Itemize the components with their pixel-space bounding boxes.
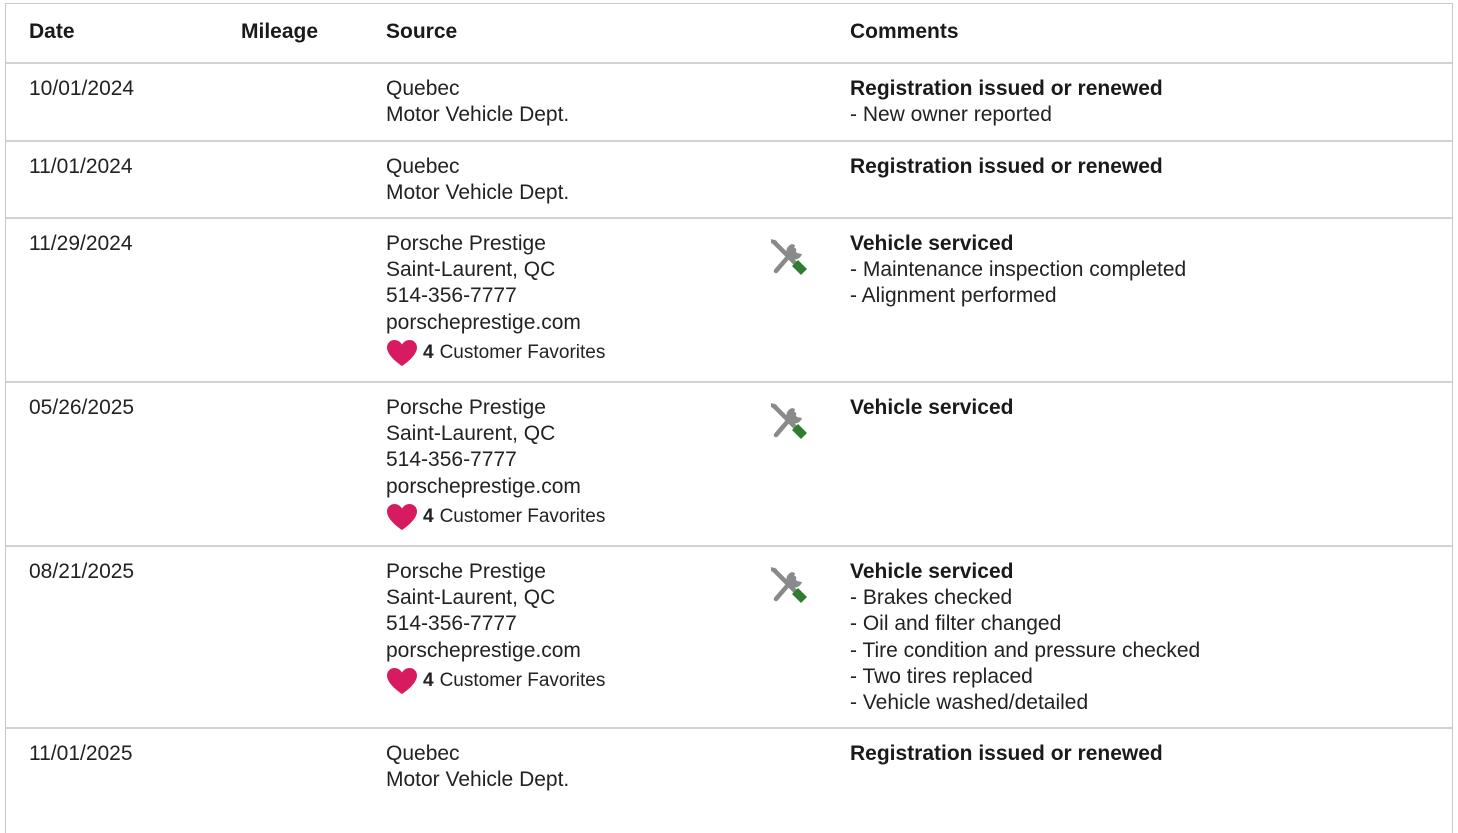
service-tools-icon — [771, 567, 807, 603]
comment-item: - Maintenance inspection completed — [850, 258, 1187, 282]
source-location: Saint-Laurent, QC — [386, 258, 556, 282]
header-date: Date — [29, 20, 75, 43]
row-comments: Vehicle serviced - Maintenance inspectio… — [850, 231, 1186, 310]
source-phone[interactable]: 514-356-7777 — [386, 283, 605, 309]
table-row: 11/29/2024 Porsche Prestige Saint-Lauren… — [6, 219, 1452, 383]
comment-title: Vehicle serviced — [850, 396, 1014, 419]
row-comments: Registration issued or renewed — [850, 741, 1163, 767]
vehicle-history-table: Date Mileage Source Comments 10/01/2024 … — [5, 3, 1453, 833]
header-source: Source — [386, 20, 458, 43]
source-name: Quebec — [386, 77, 460, 100]
customer-favorites[interactable]: 4 Customer Favorites — [386, 338, 605, 368]
row-source: Quebec Motor Vehicle Dept. — [386, 154, 569, 206]
source-website[interactable]: porscheprestige.com — [386, 638, 605, 664]
row-source: Quebec Motor Vehicle Dept. — [386, 76, 569, 128]
comment-title: Vehicle serviced — [850, 560, 1014, 583]
service-tools-icon — [771, 403, 807, 439]
header-mileage: Mileage — [241, 20, 319, 43]
source-name: Porsche Prestige — [386, 560, 546, 583]
favorites-count: 4 — [423, 669, 434, 691]
header-comments: Comments — [850, 20, 959, 43]
source-location: Saint-Laurent, QC — [386, 586, 556, 610]
heart-icon — [387, 339, 417, 366]
row-date: 11/01/2025 — [29, 742, 133, 765]
row-comments: Registration issued or renewed - New own… — [850, 76, 1163, 128]
source-name: Quebec — [386, 155, 460, 178]
heart-icon — [387, 503, 417, 530]
table-row: 08/21/2025 Porsche Prestige Saint-Lauren… — [6, 547, 1452, 729]
row-date: 05/26/2025 — [29, 396, 135, 419]
row-comments: Vehicle serviced - Brakes checked - Oil … — [850, 559, 1200, 716]
heart-icon — [387, 667, 417, 694]
row-comments: Vehicle serviced — [850, 395, 1013, 421]
service-tools-icon — [771, 239, 807, 275]
customer-favorites[interactable]: 4 Customer Favorites — [386, 666, 605, 696]
comment-item: - Brakes checked — [850, 586, 1013, 610]
source-name: Porsche Prestige — [386, 396, 546, 419]
source-detail: Motor Vehicle Dept. — [386, 768, 570, 792]
table-row: 11/01/2024 Quebec Motor Vehicle Dept. Re… — [6, 142, 1452, 219]
source-location: Saint-Laurent, QC — [386, 422, 556, 446]
row-date: 10/01/2024 — [29, 77, 135, 100]
source-website[interactable]: porscheprestige.com — [386, 310, 605, 336]
favorites-label: Customer Favorites — [439, 505, 606, 527]
comment-item: - Two tires replaced — [850, 664, 1033, 688]
row-comments: Registration issued or renewed — [850, 154, 1163, 180]
comment-item: - Tire condition and pressure checked — [850, 638, 1201, 662]
comment-item: - New owner reported — [850, 103, 1052, 127]
source-name: Porsche Prestige — [386, 232, 546, 255]
comment-item: - Vehicle washed/detailed — [850, 691, 1089, 715]
table-row: 05/26/2025 Porsche Prestige Saint-Lauren… — [6, 383, 1452, 547]
table-header-row: Date Mileage Source Comments — [6, 4, 1452, 64]
table-row: 11/01/2025 Quebec Motor Vehicle Dept. Re… — [6, 729, 1452, 819]
row-date: 11/01/2024 — [29, 155, 133, 178]
source-name: Quebec — [386, 742, 460, 765]
comment-item: - Oil and filter changed — [850, 612, 1062, 636]
source-detail: Motor Vehicle Dept. — [386, 181, 570, 205]
row-source: Porsche Prestige Saint-Laurent, QC 514-3… — [386, 559, 605, 696]
source-detail: Motor Vehicle Dept. — [386, 103, 570, 127]
table-row: 10/01/2024 Quebec Motor Vehicle Dept. Re… — [6, 64, 1452, 142]
row-source: Porsche Prestige Saint-Laurent, QC 514-3… — [386, 395, 605, 532]
row-source: Quebec Motor Vehicle Dept. — [386, 741, 569, 793]
source-phone[interactable]: 514-356-7777 — [386, 447, 605, 473]
row-date: 11/29/2024 — [29, 232, 133, 255]
favorites-label: Customer Favorites — [439, 341, 606, 363]
row-date: 08/21/2025 — [29, 560, 135, 583]
comment-item: - Alignment performed — [850, 284, 1057, 308]
comment-title: Vehicle serviced — [850, 232, 1014, 255]
customer-favorites[interactable]: 4 Customer Favorites — [386, 502, 605, 532]
comment-title: Registration issued or renewed — [850, 77, 1163, 100]
comment-title: Registration issued or renewed — [850, 742, 1163, 765]
comment-title: Registration issued or renewed — [850, 155, 1163, 178]
favorites-count: 4 — [423, 505, 434, 527]
row-source: Porsche Prestige Saint-Laurent, QC 514-3… — [386, 231, 605, 368]
favorites-count: 4 — [423, 341, 434, 363]
source-phone[interactable]: 514-356-7777 — [386, 611, 605, 637]
source-website[interactable]: porscheprestige.com — [386, 474, 605, 500]
favorites-label: Customer Favorites — [439, 669, 606, 691]
